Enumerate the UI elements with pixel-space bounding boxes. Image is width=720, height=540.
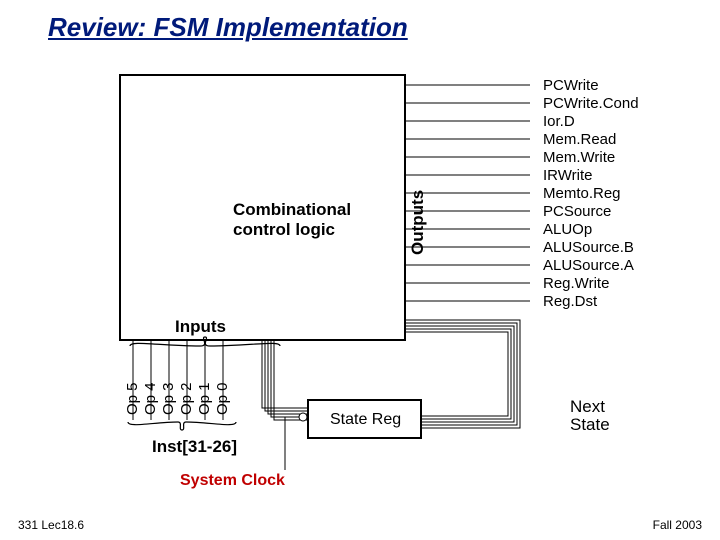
slide-title: Review: FSM Implementation [48, 12, 408, 43]
next-label: Next [570, 397, 605, 416]
output-3: Mem.Read [543, 131, 616, 148]
output-5: IRWrite [543, 167, 592, 184]
fsm-diagram: Combinational control logic Outputs PCWr… [0, 50, 720, 520]
op-label-3: Op 3 [160, 382, 177, 415]
output-2: Ior.D [543, 113, 575, 130]
op-label-5: Op 5 [124, 382, 141, 415]
outputs-label: Outputs [408, 190, 427, 255]
op-label-2: Op 2 [178, 382, 195, 415]
inst-label: Inst[31-26] [152, 437, 237, 456]
op-label-0: Op 0 [214, 382, 231, 415]
state-label: State [570, 415, 610, 434]
inputs-label: Inputs [175, 317, 226, 336]
output-4: Mem.Write [543, 149, 615, 166]
state-reg-label: State Reg [330, 411, 401, 428]
output-12: Reg.Dst [543, 293, 598, 310]
output-7: PCSource [543, 203, 611, 220]
output-6: Memto.Reg [543, 185, 621, 202]
op-label-1: Op 1 [196, 382, 213, 415]
output-9: ALUSource.B [543, 239, 634, 256]
system-clock-label: System Clock [180, 472, 285, 489]
footer-right: Fall 2003 [653, 518, 702, 532]
output-10: ALUSource.A [543, 257, 634, 274]
clock-bubble [299, 413, 307, 421]
op-label-4: Op 4 [142, 382, 159, 415]
output-bus [262, 85, 530, 428]
output-0: PCWrite [543, 77, 599, 94]
combo-label-2: control logic [233, 220, 335, 239]
footer-left: 331 Lec18.6 [18, 518, 84, 532]
op-brace [128, 422, 236, 430]
output-11: Reg.Write [543, 275, 609, 292]
output-1: PCWrite.Cond [543, 95, 639, 112]
output-8: ALUOp [543, 221, 592, 238]
combo-label-1: Combinational [233, 200, 351, 219]
